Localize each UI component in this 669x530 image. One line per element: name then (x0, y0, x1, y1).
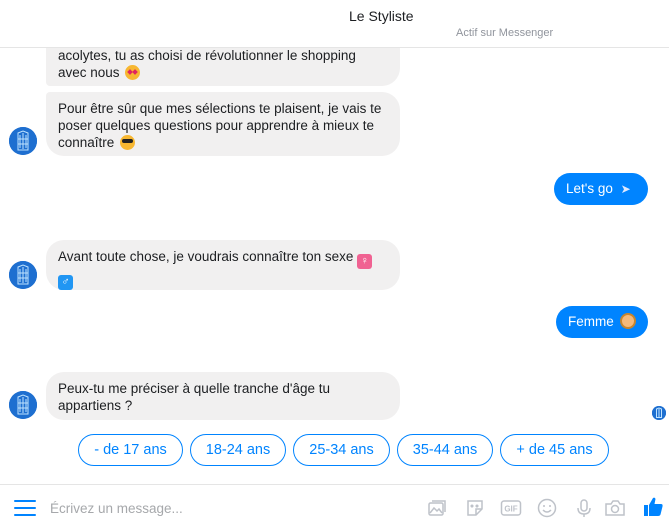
quick-reply-18-24[interactable]: 18-24 ans (190, 434, 286, 466)
rocket-emoji-icon: ➤ (620, 182, 631, 196)
message-text: Femme (568, 314, 614, 329)
female-sign-emoji-icon: ♀ (357, 254, 373, 269)
quick-reply-25-34[interactable]: 25-34 ans (293, 434, 390, 466)
bot-avatar[interactable] (9, 127, 37, 155)
message-bubble-incoming: acolytes, tu as choisi de révolutionner … (46, 48, 400, 86)
chat-title[interactable]: Le Styliste (0, 8, 669, 24)
woman-emoji-icon (619, 313, 636, 329)
bot-avatar[interactable] (9, 261, 37, 289)
bot-avatar[interactable] (9, 391, 37, 419)
male-sign-emoji-icon: ♂ (58, 275, 73, 290)
camera-icon[interactable] (604, 497, 626, 519)
chat-status: Actif sur Messenger (456, 27, 554, 39)
chat-header: Le Styliste Actif sur Messenger (0, 0, 669, 48)
message-text: Let's go (566, 181, 613, 196)
menu-icon[interactable] (14, 500, 36, 516)
microphone-icon[interactable] (573, 497, 595, 519)
sunglasses-emoji-icon (120, 135, 136, 150)
message-input[interactable] (50, 497, 400, 519)
message-bubble-incoming: Avant toute chose, je voudrais connaître… (46, 240, 400, 290)
message-text: Pour être sûr que mes sélections te plai… (58, 101, 382, 150)
thumbs-up-icon[interactable] (641, 495, 663, 517)
seen-avatar-icon (652, 406, 666, 420)
message-bubble-outgoing: Femme (556, 306, 648, 338)
composer-bar: GIF (0, 484, 669, 530)
quick-reply-35-44[interactable]: 35-44 ans (397, 434, 493, 466)
sticker-icon[interactable] (464, 497, 486, 519)
message-text: Avant toute chose, je voudrais connaître… (58, 249, 354, 264)
message-text: Peux-tu me préciser à quelle tranche d'â… (58, 381, 330, 413)
quick-reply-under-17[interactable]: - de 17 ans (78, 434, 183, 466)
quick-replies: - de 17 ans 18-24 ans 25-34 ans 35-44 an… (0, 434, 669, 466)
message-thread[interactable]: acolytes, tu as choisi de révolutionner … (0, 48, 669, 420)
emoji-icon[interactable] (536, 497, 558, 519)
message-text: acolytes, tu as choisi de révolutionner … (58, 48, 356, 80)
svg-text:GIF: GIF (504, 505, 517, 514)
quick-reply-over-45[interactable]: + de 45 ans (500, 434, 609, 466)
message-bubble-outgoing: Let's go ➤ (554, 173, 648, 205)
gif-icon[interactable]: GIF (500, 497, 522, 519)
message-bubble-incoming: Peux-tu me préciser à quelle tranche d'â… (46, 372, 400, 420)
message-bubble-incoming: Pour être sûr que mes sélections te plai… (46, 92, 400, 156)
star-struck-emoji-icon (125, 65, 141, 80)
photo-icon[interactable] (426, 497, 448, 519)
